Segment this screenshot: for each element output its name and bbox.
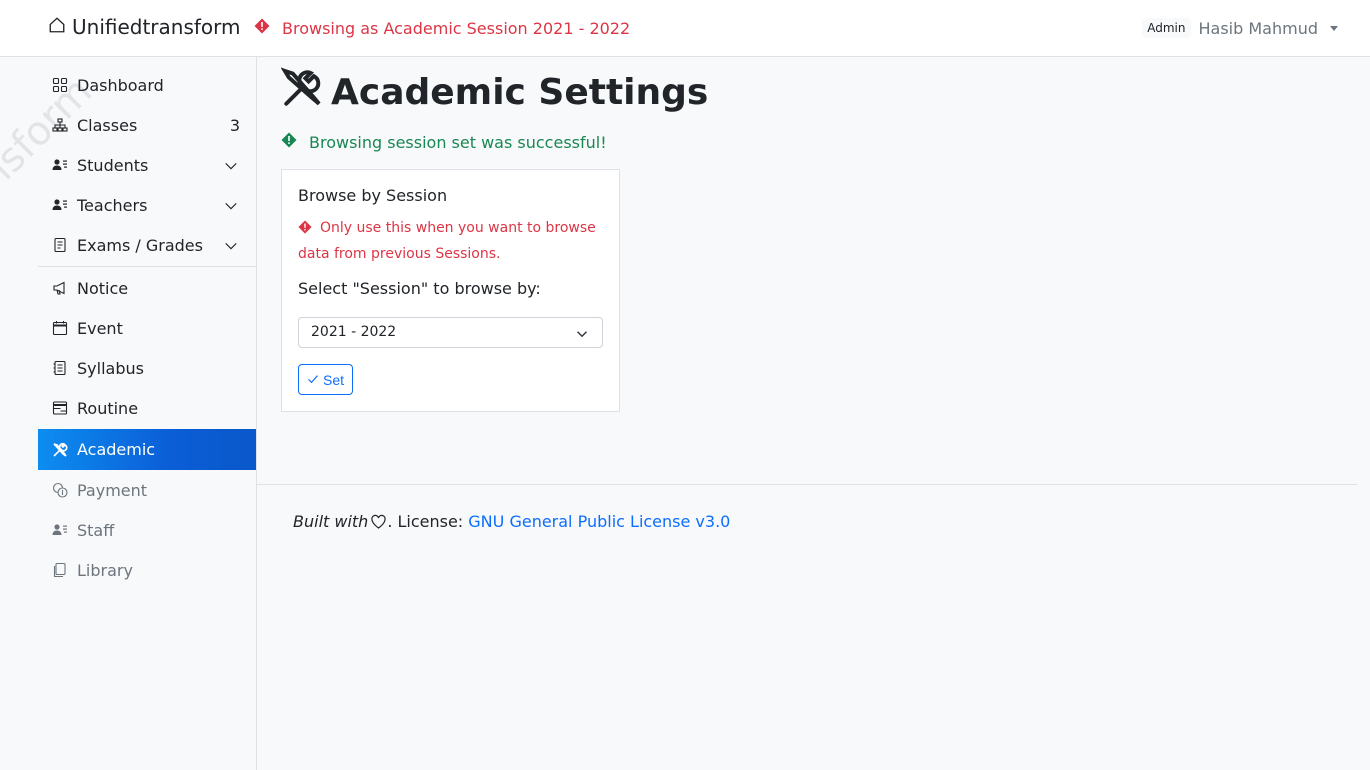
sidebar-item-label: Notice [77,278,129,298]
card-title: Browse by Session [298,186,448,205]
sidebar-item-label: Classes [77,115,138,135]
set-button-label: Set [323,371,345,388]
house-icon [48,15,66,39]
chevron-down-icon [224,238,238,257]
megaphone-icon [52,280,68,296]
sidebar-item-academic[interactable]: Academic [38,429,256,470]
sidebar-nav: Dashboard Classes 3 Students Teachers Ex… [38,65,256,590]
tools-icon [280,67,323,118]
journals-icon [52,562,68,578]
sidebar-item-syllabus[interactable]: Syllabus [38,348,256,388]
brand-name: Unifiedtransform [72,15,241,39]
sidebar-item-exams-grades[interactable]: Exams / Grades [38,225,256,265]
card-warning-text: Only use this when you want to browse da… [298,220,596,262]
card-warning: Only use this when you want to browse da… [298,216,598,266]
caret-down-icon [1330,25,1338,31]
sidebar-item-payment[interactable]: Payment [38,470,256,510]
role-badge: Admin [1142,18,1191,38]
classes-count: 3 [229,115,240,135]
top-navbar: Unifiedtransform Browsing as Academic Se… [0,0,1370,57]
sidebar-item-staff[interactable]: Staff [38,510,256,550]
sidebar-item-teachers[interactable]: Teachers [38,185,256,225]
sidebar-item-dashboard[interactable]: Dashboard [38,65,256,105]
sidebar-item-label: Library [77,560,133,580]
sidebar-item-classes[interactable]: Classes 3 [38,105,256,145]
exclamation-diamond-icon [281,132,297,152]
user-menu-toggle[interactable]: Admin Hasib Mahmud [1142,18,1338,38]
sidebar-item-label: Students [77,155,149,175]
set-session-button[interactable]: Set [298,364,354,395]
chevron-down-icon [224,158,238,177]
journal-icon [52,237,68,253]
sidebar-item-label: Teachers [77,195,148,215]
journal-text-icon [52,360,68,376]
sidebar: nsform Dashboard Classes 3 Students Teac… [0,57,257,770]
license-link[interactable]: GNU General Public License v3.0 [468,512,730,531]
tools-icon [52,442,68,458]
sidebar-item-label: Routine [77,398,139,418]
sidebar-item-label: Academic [77,440,156,459]
sidebar-divider [38,266,256,267]
sidebar-item-label: Payment [77,480,148,500]
session-select-label: Select "Session" to browse by: [298,279,541,298]
page-title-text: Academic Settings [331,72,709,113]
session-select-value: 2021 - 2022 [311,324,397,340]
session-select[interactable]: 2021 - 2022 [298,317,603,348]
user-name: Hasib Mahmud [1198,18,1319,38]
session-warning: Browsing as Academic Session 2021 - 2022 [254,18,630,38]
browse-session-card: Browse by Session Only use this when you… [281,169,620,412]
hierarchy-icon [52,117,68,133]
sidebar-item-label: Exams / Grades [77,235,203,255]
exclamation-diamond-icon [254,18,270,38]
main-content: Academic Settings Browsing session set w… [257,57,1370,770]
grid-icon [52,77,68,93]
chevron-down-icon [576,328,588,344]
sidebar-item-routine[interactable]: Routine [38,388,256,428]
sidebar-item-label: Syllabus [77,358,144,378]
sidebar-item-label: Event [77,318,123,338]
sidebar-item-label: Dashboard [77,75,164,95]
person-lines-icon [52,522,68,538]
success-alert-text: Browsing session set was successful! [309,132,607,152]
brand-link[interactable]: Unifiedtransform [48,15,241,39]
sidebar-item-event[interactable]: Event [38,308,256,348]
coins-icon [52,482,68,498]
exclamation-diamond-icon [298,218,312,242]
person-lines-icon [52,197,68,213]
sidebar-item-students[interactable]: Students [38,145,256,185]
footer-license-prefix: . License: [387,512,469,531]
chevron-down-icon [224,198,238,217]
person-lines-icon [52,157,68,173]
page-title: Academic Settings [280,67,709,118]
success-alert: Browsing session set was successful! [281,132,607,152]
calendar-range-icon [52,400,68,416]
heart-icon [370,514,387,530]
sidebar-item-label: Staff [77,520,115,540]
check-icon [307,372,319,388]
footer: Built with . License: GNU General Public… [293,512,730,531]
sidebar-item-notice[interactable]: Notice [38,268,256,308]
session-warning-text: Browsing as Academic Session 2021 - 2022 [282,18,631,38]
sidebar-item-library[interactable]: Library [38,550,256,590]
calendar-icon [52,320,68,336]
footer-divider [257,484,1357,485]
footer-built-with: Built with [293,512,369,531]
